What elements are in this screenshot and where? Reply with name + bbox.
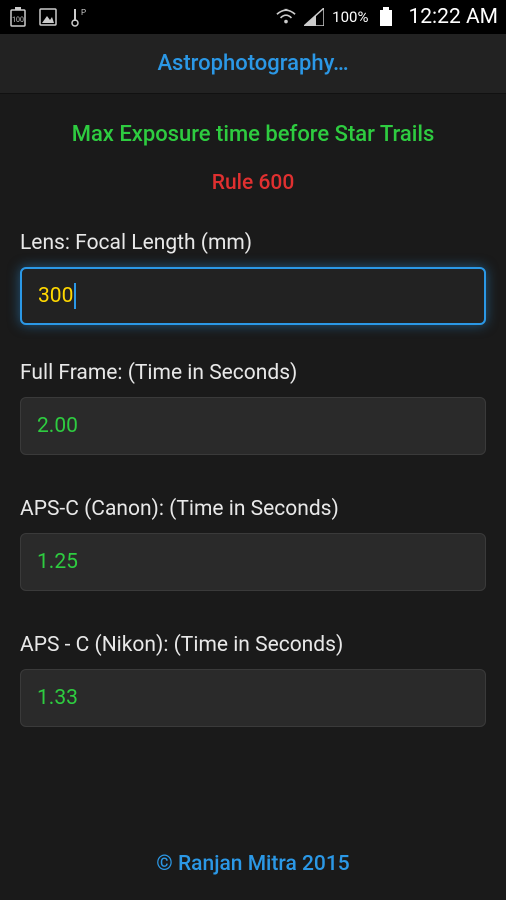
focal-length-value: 300 <box>38 284 73 308</box>
headings: Max Exposure time before Star Trails Rul… <box>0 94 506 195</box>
full-frame-label: Full Frame: (Time in Seconds) <box>20 361 486 385</box>
rule-label: Rule 600 <box>20 171 486 195</box>
image-icon <box>38 7 58 27</box>
battery-saver-icon: 100 <box>8 7 28 27</box>
apsc-canon-value: 1.25 <box>37 550 78 574</box>
clock: 12:22 AM <box>408 5 498 29</box>
status-bar: 100 P 100% 12:22 AM <box>0 0 506 34</box>
cursor <box>74 283 76 309</box>
focal-length-input[interactable]: 300 <box>20 267 486 325</box>
signal-icon <box>304 7 324 27</box>
apsc-canon-output: 1.25 <box>20 533 486 591</box>
apsc-canon-label: APS-C (Canon): (Time in Seconds) <box>20 497 486 521</box>
page-title: Max Exposure time before Star Trails <box>20 122 486 147</box>
focal-length-label: Lens: Focal Length (mm) <box>20 231 486 255</box>
battery-percent: 100% <box>332 8 368 26</box>
apsc-nikon-output: 1.33 <box>20 669 486 727</box>
battery-icon <box>376 7 396 27</box>
apsc-nikon-value: 1.33 <box>37 686 78 710</box>
footer-copyright: © Ranjan Mitra 2015 <box>0 852 506 876</box>
apsc-nikon-label: APS - C (Nikon): (Time in Seconds) <box>20 633 486 657</box>
form: Lens: Focal Length (mm) 300 Full Frame: … <box>0 195 506 727</box>
wifi-icon <box>276 7 296 27</box>
svg-text:100: 100 <box>12 16 24 24</box>
app-title: Astrophotography… <box>157 51 348 76</box>
full-frame-value: 2.00 <box>37 414 78 438</box>
app-header: Astrophotography… <box>0 34 506 94</box>
temp-icon: P <box>68 7 88 27</box>
svg-text:P: P <box>81 8 86 17</box>
full-frame-output: 2.00 <box>20 397 486 455</box>
